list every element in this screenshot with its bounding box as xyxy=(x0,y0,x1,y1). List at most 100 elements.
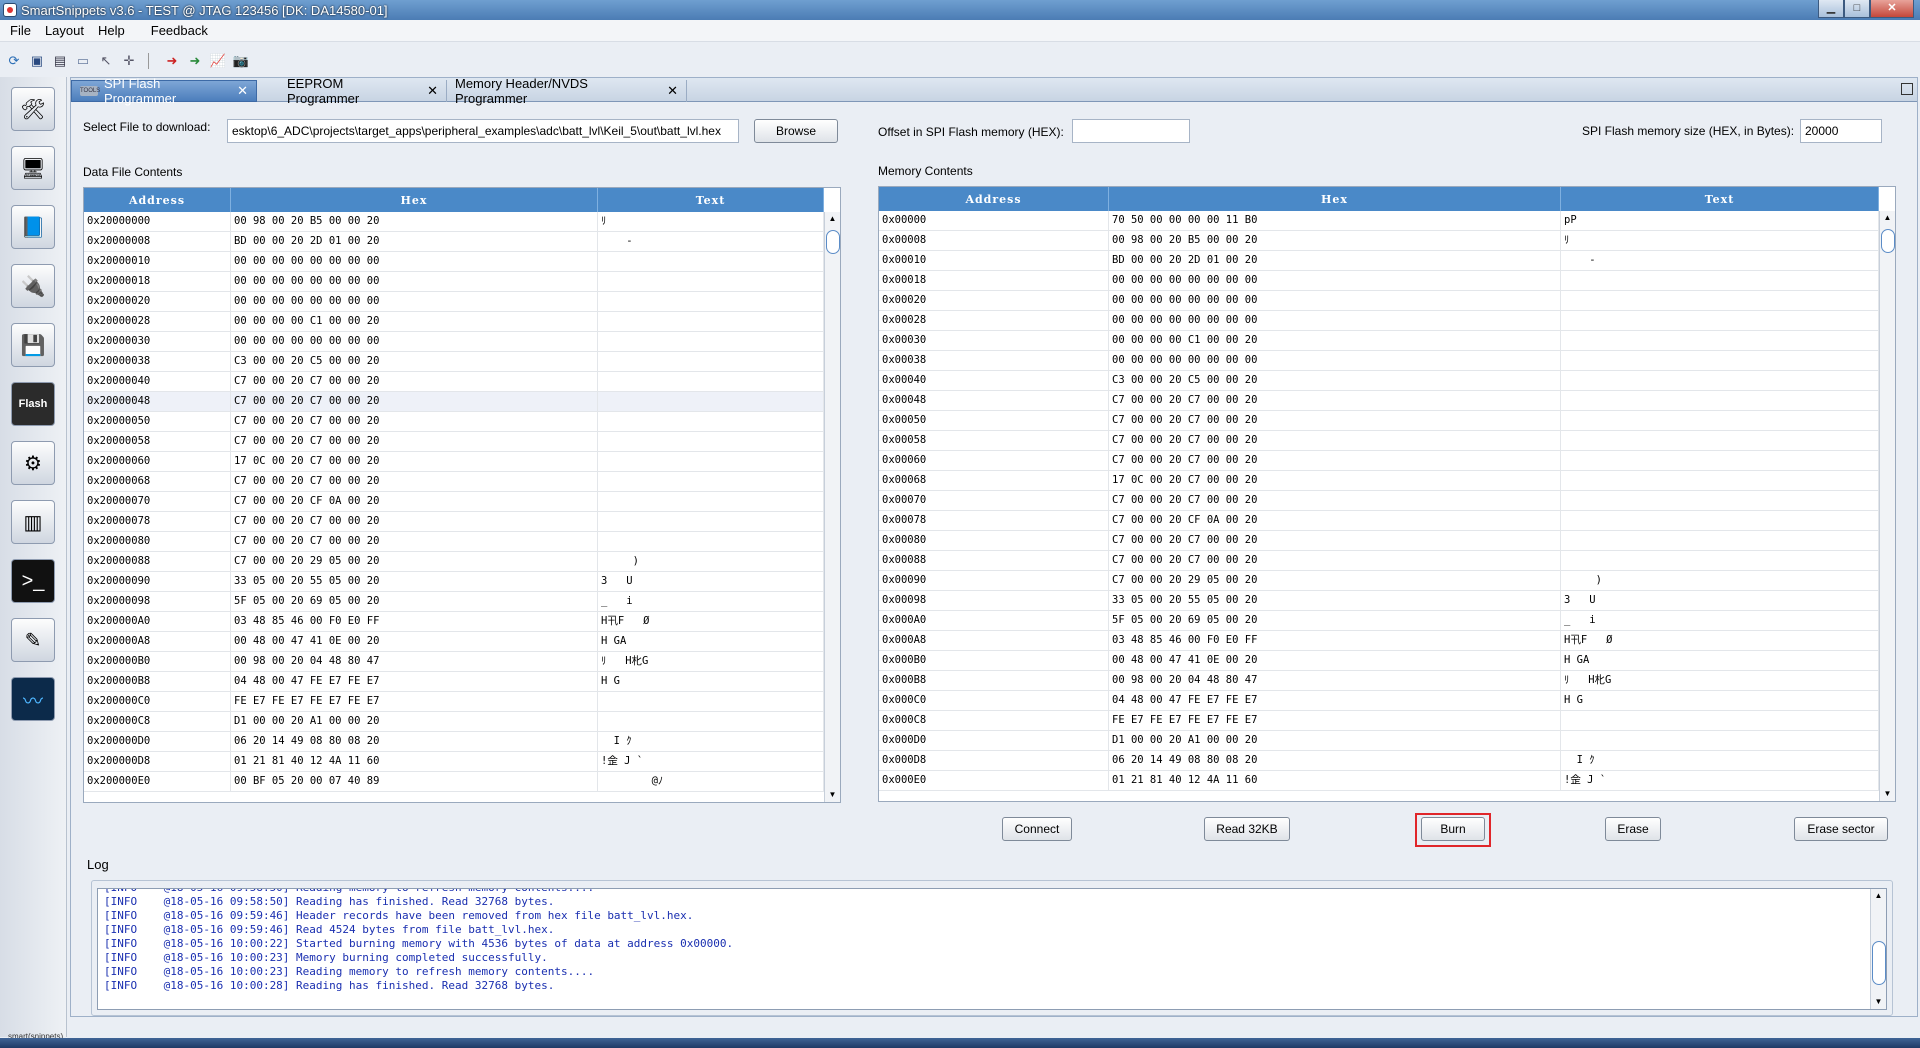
table-row[interactable]: 0x20000008 BD 00 00 20 2D 01 00 20 - xyxy=(84,232,824,252)
scroll-down-icon[interactable]: ▼ xyxy=(825,788,840,802)
data-file-scrollbar[interactable]: ▲ ▼ xyxy=(824,212,840,802)
tab-spi-flash-programmer[interactable]: TOOLS SPI Flash Programmer ✕ xyxy=(71,76,257,106)
minimize-icon[interactable]: ▁ xyxy=(1818,0,1844,18)
file-path-input[interactable]: esktop\6_ADC\projects\target_apps\periph… xyxy=(227,119,739,143)
eeprom-icon[interactable]: ⚙ xyxy=(11,441,55,485)
table-row[interactable]: 0x20000078 C7 00 00 20 C7 00 00 20 xyxy=(84,512,824,532)
table-row[interactable]: 0x000A8 03 48 85 46 00 F0 E0 FF H卂F Ø xyxy=(879,631,1879,651)
tools-icon[interactable]: 🛠 xyxy=(11,87,55,131)
scrollbar-thumb[interactable] xyxy=(1881,229,1895,253)
table-row[interactable]: 0x00080 C7 00 00 20 C7 00 00 20 xyxy=(879,531,1879,551)
table-row[interactable]: 0x00048 C7 00 00 20 C7 00 00 20 xyxy=(879,391,1879,411)
open-folder-icon[interactable]: ▭ xyxy=(73,51,93,71)
offset-input[interactable] xyxy=(1072,119,1190,143)
scrollbar-thumb[interactable] xyxy=(1872,941,1886,985)
terminal-icon[interactable]: >_ xyxy=(11,559,55,603)
board-icon[interactable]: 🔌 xyxy=(11,264,55,308)
table-row[interactable]: 0x000B8 00 98 00 20 04 48 80 47 ﾘ H朼G xyxy=(879,671,1879,691)
close-icon[interactable]: ✕ xyxy=(1870,0,1914,18)
menu-help[interactable]: Help xyxy=(98,23,125,38)
close-tab-icon[interactable]: ✕ xyxy=(667,83,678,99)
column-header-text[interactable]: Text xyxy=(1561,187,1879,211)
table-row[interactable]: 0x000B0 00 48 00 47 41 0E 00 20 H GA xyxy=(879,651,1879,671)
table-row[interactable]: 0x200000D8 01 21 81 40 12 4A 11 60 !佱 J ` xyxy=(84,752,824,772)
table-row[interactable]: 0x00078 C7 00 00 20 CF 0A 00 20 xyxy=(879,511,1879,531)
export-icon[interactable]: ➜ xyxy=(162,51,182,71)
table-row[interactable]: 0x20000090 33 05 00 20 55 05 00 20 3 U xyxy=(84,572,824,592)
connect-button[interactable]: Connect xyxy=(1002,817,1072,841)
scroll-up-icon[interactable]: ▲ xyxy=(1871,889,1886,903)
table-row[interactable]: 0x20000058 C7 00 00 20 C7 00 00 20 xyxy=(84,432,824,452)
read-32kb-button[interactable]: Read 32KB xyxy=(1204,817,1290,841)
scrollbar-thumb[interactable] xyxy=(826,230,840,254)
table-row[interactable]: 0x200000A0 03 48 85 46 00 F0 E0 FF H卂F Ø xyxy=(84,612,824,632)
probe-icon[interactable]: ✎ xyxy=(11,618,55,662)
table-row[interactable]: 0x00018 00 00 00 00 00 00 00 00 xyxy=(879,271,1879,291)
table-row[interactable]: 0x20000040 C7 00 00 20 C7 00 00 20 xyxy=(84,372,824,392)
import-icon[interactable]: ➜ xyxy=(185,51,205,71)
flash-icon[interactable]: Flash xyxy=(11,382,55,426)
close-tab-icon[interactable]: ✕ xyxy=(237,83,248,99)
table-row[interactable]: 0x00050 C7 00 00 20 C7 00 00 20 xyxy=(879,411,1879,431)
table-row[interactable]: 0x20000020 00 00 00 00 00 00 00 00 xyxy=(84,292,824,312)
table-row[interactable]: 0x200000E0 00 BF 05 20 00 07 40 89 @ﾉ xyxy=(84,772,824,792)
table-row[interactable]: 0x000C0 04 48 00 47 FE E7 FE E7 H G xyxy=(879,691,1879,711)
table-row[interactable]: 0x20000080 C7 00 00 20 C7 00 00 20 xyxy=(84,532,824,552)
chip-programmer-icon[interactable]: 💾 xyxy=(11,323,55,367)
maximize-icon[interactable]: □ xyxy=(1844,0,1870,18)
menu-layout[interactable]: Layout xyxy=(45,23,84,38)
table-row[interactable]: 0x00020 00 00 00 00 00 00 00 00 xyxy=(879,291,1879,311)
table-row[interactable]: 0x00038 00 00 00 00 00 00 00 00 xyxy=(879,351,1879,371)
erase-button[interactable]: Erase xyxy=(1605,817,1661,841)
column-header-address[interactable]: Address xyxy=(84,188,231,212)
table-row[interactable]: 0x00068 17 0C 00 20 C7 00 00 20 xyxy=(879,471,1879,491)
crosshair-icon[interactable]: ✛ xyxy=(119,51,139,71)
menu-file[interactable]: File xyxy=(10,23,31,38)
pointer-icon[interactable]: ↖ xyxy=(96,51,116,71)
column-header-hex[interactable]: Hex xyxy=(1109,187,1561,211)
scroll-down-icon[interactable]: ▼ xyxy=(1871,995,1886,1009)
terminal-blue-icon[interactable]: ▥ xyxy=(11,500,55,544)
table-row[interactable]: 0x200000C8 D1 00 00 20 A1 00 00 20 xyxy=(84,712,824,732)
log-output[interactable]: [INFO @18-05-16 09:58:50] Reading memory… xyxy=(97,888,1887,1010)
burn-button[interactable]: Burn xyxy=(1421,817,1485,841)
table-row[interactable]: 0x200000B0 00 98 00 20 04 48 80 47 ﾘ H朼G xyxy=(84,652,824,672)
table-row[interactable]: 0x20000028 00 00 00 00 C1 00 00 20 xyxy=(84,312,824,332)
table-row[interactable]: 0x00010 BD 00 00 20 2D 01 00 20 - xyxy=(879,251,1879,271)
column-header-text[interactable]: Text xyxy=(598,188,824,212)
refresh-icon[interactable]: ⟳ xyxy=(4,51,24,71)
tab-eeprom-programmer[interactable]: EEPROM Programmer ✕ xyxy=(279,76,447,106)
table-row[interactable]: 0x20000098 5F 05 00 20 69 05 00 20 _ i xyxy=(84,592,824,612)
table-row[interactable]: 0x20000050 C7 00 00 20 C7 00 00 20 xyxy=(84,412,824,432)
debug-icon[interactable]: 🖥 xyxy=(11,146,55,190)
table-row[interactable]: 0x20000038 C3 00 00 20 C5 00 00 20 xyxy=(84,352,824,372)
table-row[interactable]: 0x000E0 01 21 81 40 12 4A 11 60 !佱 J ` xyxy=(879,771,1879,791)
table-row[interactable]: 0x200000C0 FE E7 FE E7 FE E7 FE E7 xyxy=(84,692,824,712)
scroll-up-icon[interactable]: ▲ xyxy=(1880,211,1895,225)
menu-feedback[interactable]: Feedback xyxy=(151,23,208,38)
erase-sector-button[interactable]: Erase sector xyxy=(1794,817,1888,841)
tab-memory-header-nvds-programmer[interactable]: Memory Header/NVDS Programmer ✕ xyxy=(447,76,687,106)
table-row[interactable]: 0x20000018 00 00 00 00 00 00 00 00 xyxy=(84,272,824,292)
table-row[interactable]: 0x200000D0 06 20 14 49 08 80 08 20 I ｸ xyxy=(84,732,824,752)
table-row[interactable]: 0x00000 70 50 00 00 00 00 11 B0 pP xyxy=(879,211,1879,231)
column-header-hex[interactable]: Hex xyxy=(231,188,598,212)
table-row[interactable]: 0x00088 C7 00 00 20 C7 00 00 20 xyxy=(879,551,1879,571)
table-row[interactable]: 0x000D8 06 20 14 49 08 80 08 20 I ｸ xyxy=(879,751,1879,771)
table-row[interactable]: 0x20000088 C7 00 00 20 29 05 00 20 ) xyxy=(84,552,824,572)
table-row[interactable]: 0x20000068 C7 00 00 20 C7 00 00 20 xyxy=(84,472,824,492)
table-row[interactable]: 0x20000010 00 00 00 00 00 00 00 00 xyxy=(84,252,824,272)
table-row[interactable]: 0x20000070 C7 00 00 20 CF 0A 00 20 xyxy=(84,492,824,512)
table-row[interactable]: 0x20000030 00 00 00 00 00 00 00 00 xyxy=(84,332,824,352)
table-row[interactable]: 0x00040 C3 00 00 20 C5 00 00 20 xyxy=(879,371,1879,391)
save-icon[interactable]: ▣ xyxy=(27,51,47,71)
table-row[interactable]: 0x00098 33 05 00 20 55 05 00 20 3 U xyxy=(879,591,1879,611)
log-scrollbar[interactable]: ▲ ▼ xyxy=(1870,889,1886,1009)
table-row[interactable]: 0x00028 00 00 00 00 00 00 00 00 xyxy=(879,311,1879,331)
table-row[interactable]: 0x000A0 5F 05 00 20 69 05 00 20 _ i xyxy=(879,611,1879,631)
power-profiler-icon[interactable]: 〰 xyxy=(11,677,55,721)
table-row[interactable]: 0x000D0 D1 00 00 20 A1 00 00 20 xyxy=(879,731,1879,751)
table-row[interactable]: 0x20000048 C7 00 00 20 C7 00 00 20 xyxy=(84,392,824,412)
table-row[interactable]: 0x00058 C7 00 00 20 C7 00 00 20 xyxy=(879,431,1879,451)
table-row[interactable]: 0x00060 C7 00 00 20 C7 00 00 20 xyxy=(879,451,1879,471)
